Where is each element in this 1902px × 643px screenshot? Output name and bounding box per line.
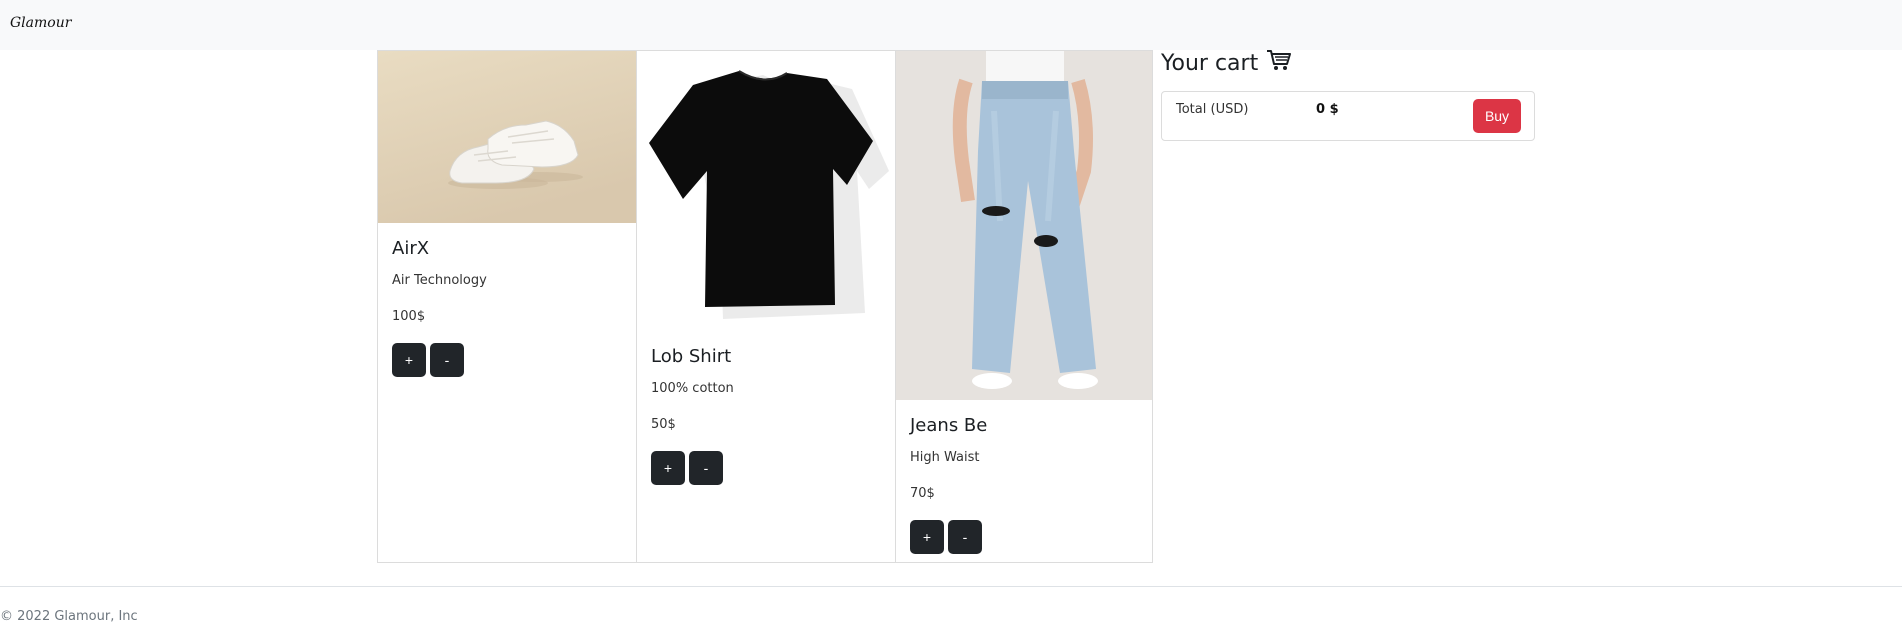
footer-divider (0, 586, 1902, 587)
add-to-cart-button[interactable]: + (910, 520, 944, 554)
remove-from-cart-button[interactable]: - (948, 520, 982, 554)
product-title: Lob Shirt (651, 346, 732, 367)
product-image-jeans (896, 51, 1152, 400)
product-image-tshirt (637, 51, 895, 331)
product-price: 100$ (392, 309, 426, 324)
product-title: AirX (392, 238, 430, 259)
add-to-cart-button[interactable]: + (392, 343, 426, 377)
product-price: 70$ (910, 486, 935, 501)
shopping-cart-icon (1266, 48, 1292, 80)
cart-heading: Your cart (1161, 50, 1292, 78)
buy-button[interactable]: Buy (1473, 99, 1521, 133)
total-label: Total (USD) (1176, 102, 1249, 117)
product-card: Jeans Be High Waist 70$ + - (896, 51, 1152, 562)
add-to-cart-button[interactable]: + (651, 451, 685, 485)
brand-logo[interactable]: Glamour (10, 15, 71, 31)
product-description: Air Technology (392, 273, 487, 288)
product-description: 100% cotton (651, 381, 734, 396)
product-image-sneakers (378, 51, 636, 223)
product-list: AirX Air Technology 100$ + - Lob Shirt 1… (377, 50, 1153, 563)
total-value: 0 $ (1316, 102, 1339, 117)
product-price: 50$ (651, 417, 676, 432)
remove-from-cart-button[interactable]: - (430, 343, 464, 377)
cart-summary: Total (USD) 0 $ Buy (1161, 91, 1535, 141)
product-title: Jeans Be (910, 415, 988, 436)
product-card: Lob Shirt 100% cotton 50$ + - (637, 51, 896, 562)
navbar: Glamour (0, 0, 1902, 50)
footer-copyright: © 2022 Glamour, Inc (0, 609, 138, 624)
remove-from-cart-button[interactable]: - (689, 451, 723, 485)
product-card: AirX Air Technology 100$ + - (378, 51, 637, 562)
cart-title: Your cart (1161, 51, 1259, 76)
product-description: High Waist (910, 450, 980, 465)
